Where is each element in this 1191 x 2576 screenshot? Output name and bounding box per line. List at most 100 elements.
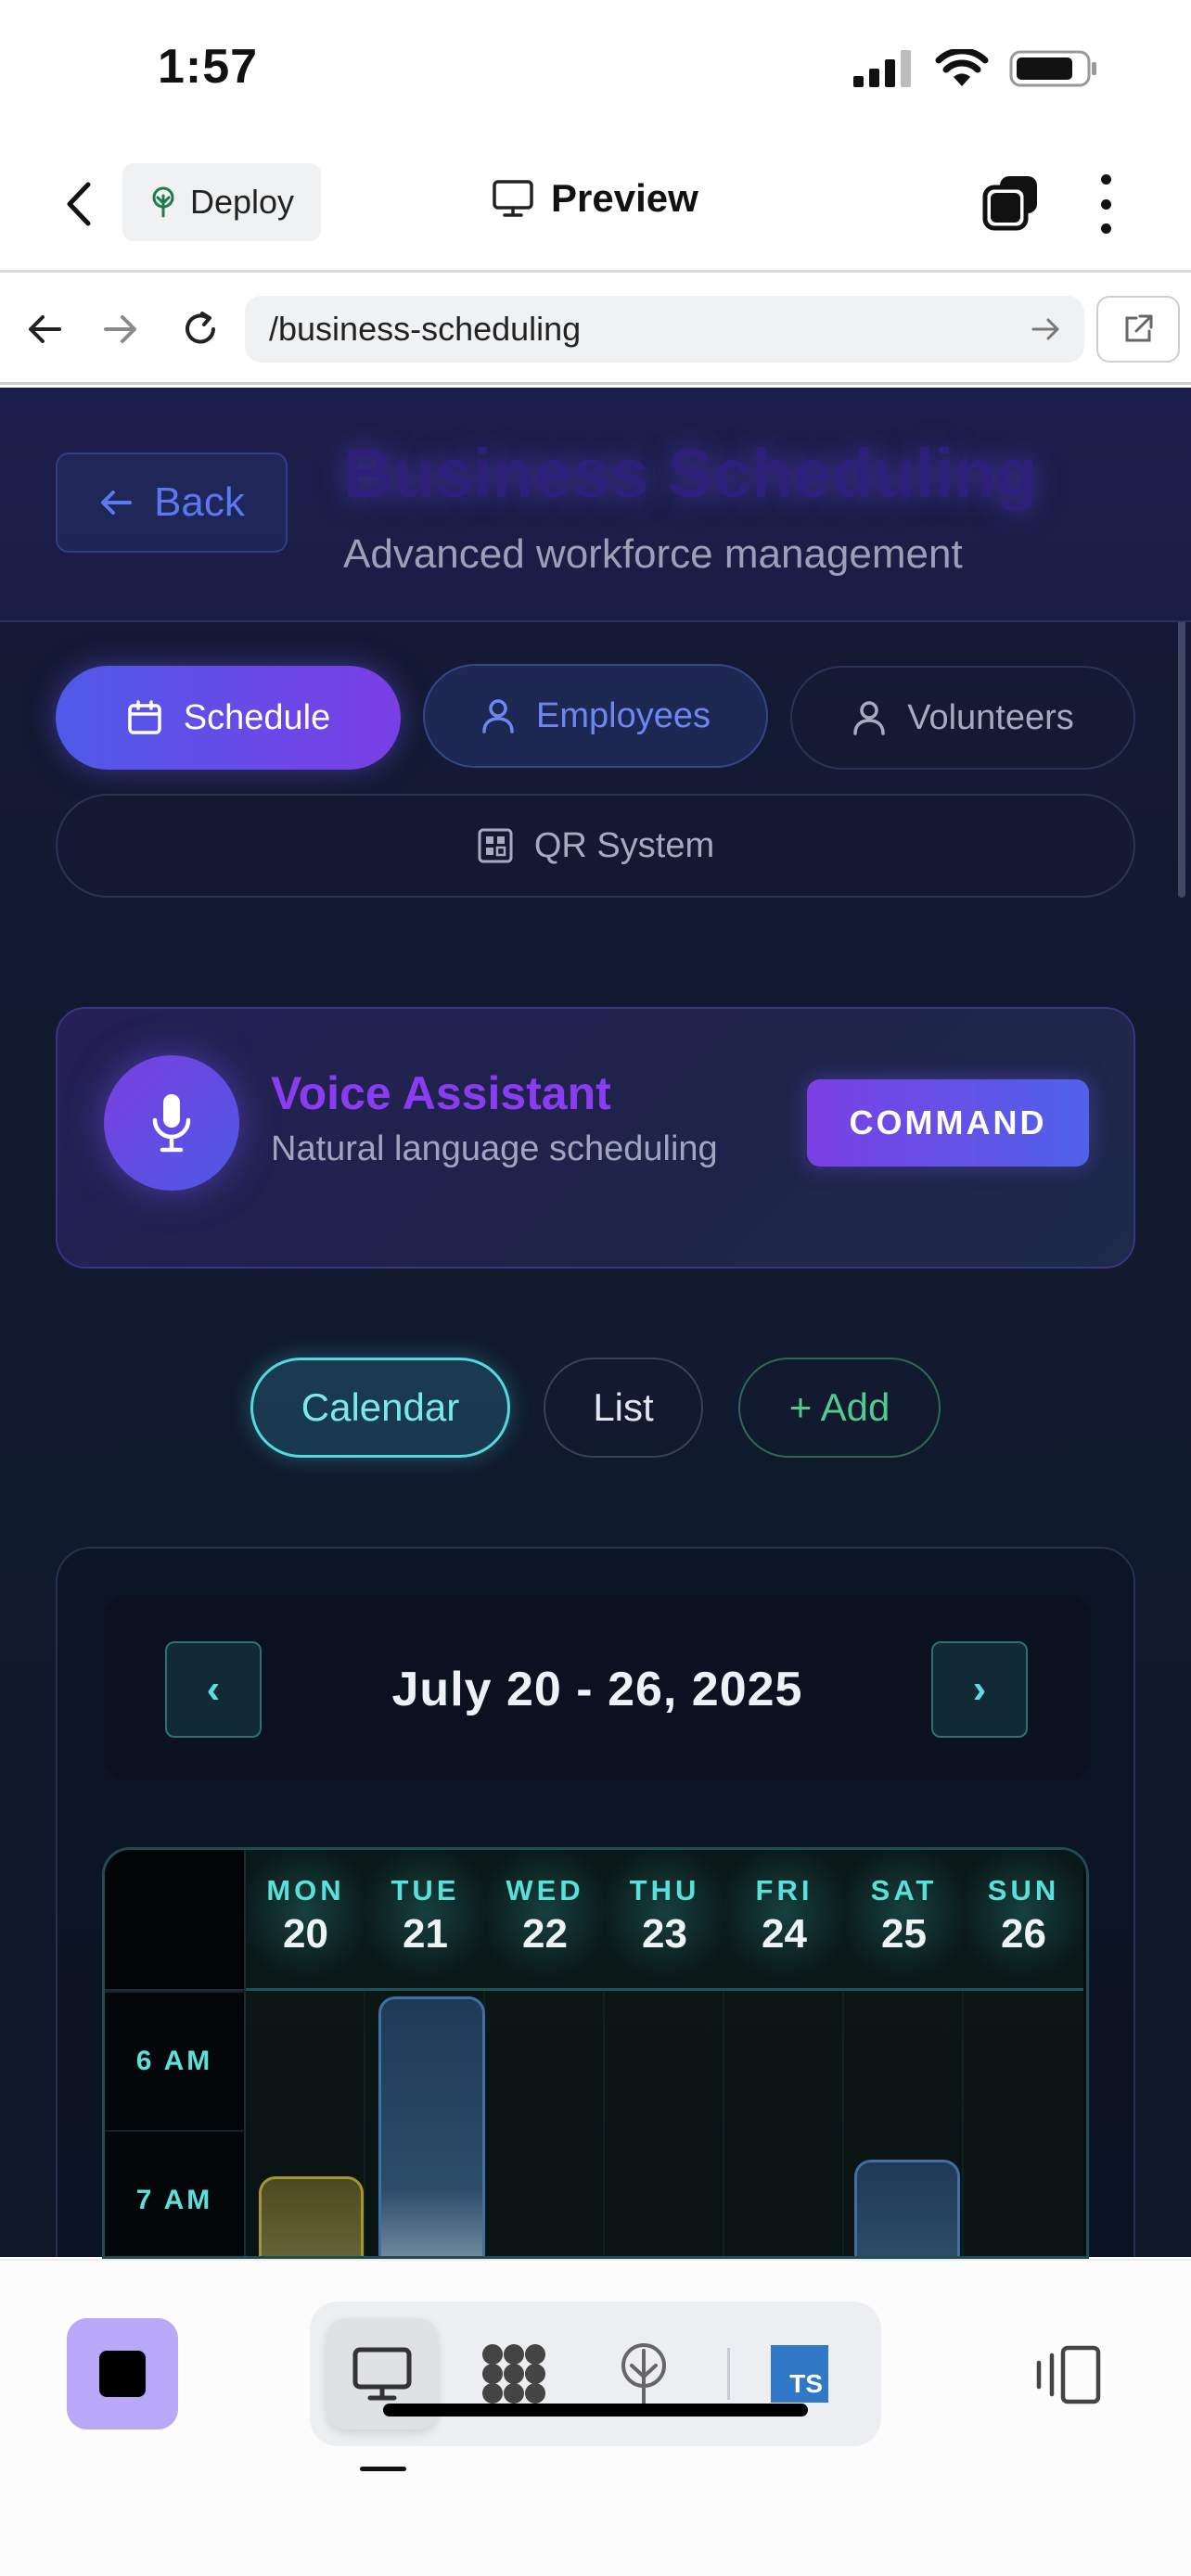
deploy-tree-icon — [621, 2343, 666, 2404]
open-external-button[interactable] — [1096, 296, 1180, 363]
browser-bar — [0, 275, 1191, 385]
tab-label: Schedule — [183, 697, 331, 737]
day-header: MON 20 — [246, 1850, 365, 1991]
day-name: SAT — [870, 1874, 938, 1906]
arrow-left-icon — [101, 491, 133, 515]
external-link-icon — [1125, 314, 1153, 342]
grid-blob-icon — [482, 2344, 545, 2404]
day-header: TUE 21 — [365, 1850, 485, 1991]
day-column-sun[interactable]: SUN 26 — [964, 1850, 1083, 2256]
shift-block[interactable] — [259, 2176, 364, 2256]
header-back-button[interactable] — [54, 176, 102, 232]
day-header: WED 22 — [485, 1850, 605, 1991]
tab-qr-system[interactable]: QR System — [56, 794, 1135, 898]
next-week-button[interactable]: › — [931, 1641, 1028, 1738]
microphone-icon — [152, 1094, 191, 1153]
microphone-button[interactable] — [104, 1055, 239, 1191]
reload-button[interactable] — [174, 303, 226, 355]
status-bar: 1:57 — [0, 0, 1191, 139]
tab-label: Volunteers — [907, 697, 1074, 737]
command-button[interactable]: COMMAND — [807, 1079, 1089, 1167]
page-title: Business Scheduling — [343, 435, 1038, 512]
calendar-grid: 6 AM 7 AM MON 20 TUE 21 WED 22 THU 23 FR… — [102, 1847, 1089, 2259]
url-go-button[interactable] — [1028, 311, 1065, 348]
day-number: 22 — [522, 1911, 568, 1957]
time-slot-label: 7 AM — [105, 2130, 246, 2256]
calendar-view-button[interactable]: Calendar — [250, 1358, 510, 1458]
day-name: SUN — [987, 1874, 1060, 1906]
more-menu-button[interactable] — [1087, 174, 1124, 234]
page-header: Back Business Scheduling Advanced workfo… — [0, 388, 1191, 622]
browser-back-button[interactable] — [19, 303, 70, 355]
day-header: THU 23 — [605, 1850, 724, 1991]
toolbar-divider — [727, 2348, 730, 2400]
day-number: 24 — [762, 1911, 807, 1957]
day-number: 25 — [881, 1911, 927, 1957]
chevron-left-icon — [67, 182, 91, 226]
cellular-signal-icon — [853, 50, 911, 87]
bottom-toolbar: TS — [0, 2259, 1191, 2576]
reload-icon — [186, 312, 215, 344]
tool-group: TS — [310, 2302, 881, 2446]
more-dot — [1100, 174, 1111, 185]
device-toggle-button[interactable] — [1031, 2342, 1106, 2407]
more-dot — [1100, 223, 1111, 234]
tabs-button[interactable] — [980, 172, 1041, 234]
active-tab-indicator — [360, 2467, 406, 2471]
monitor-icon — [493, 180, 533, 217]
day-number: 23 — [642, 1911, 687, 1957]
browser-forward-button[interactable] — [95, 303, 147, 355]
day-header: FRI 24 — [724, 1850, 844, 1991]
grid-corner — [105, 1850, 246, 1991]
voice-assistant-title: Voice Assistant — [271, 1067, 611, 1119]
voice-assistant-card: Voice Assistant Natural language schedul… — [56, 1007, 1135, 1269]
monitor-icon — [352, 2347, 412, 2401]
tab-volunteers[interactable]: Volunteers — [790, 666, 1135, 770]
day-number: 20 — [283, 1911, 328, 1957]
preview-title: Preview — [492, 176, 698, 221]
calendar-icon — [128, 700, 161, 734]
home-indicator[interactable] — [383, 2404, 808, 2417]
battery-icon — [1009, 50, 1096, 87]
day-number: 26 — [1001, 1911, 1046, 1957]
list-view-button[interactable]: List — [544, 1358, 703, 1458]
qr-icon — [478, 828, 513, 863]
day-name: MON — [266, 1874, 345, 1906]
shift-block[interactable] — [854, 2160, 960, 2256]
day-name: TUE — [391, 1874, 460, 1906]
arrow-right-icon — [1031, 318, 1059, 340]
day-name: WED — [506, 1874, 584, 1906]
deploy-label: Deploy — [189, 183, 295, 221]
more-dot — [1100, 198, 1111, 210]
back-button[interactable]: Back — [56, 453, 288, 553]
arrow-left-icon — [29, 315, 61, 343]
arrow-right-icon — [104, 315, 136, 343]
shift-block[interactable] — [378, 1996, 485, 2256]
user-icon — [482, 699, 514, 733]
tab-schedule[interactable]: Schedule — [56, 666, 401, 770]
day-column-fri[interactable]: FRI 24 — [724, 1850, 844, 2256]
day-name: FRI — [755, 1874, 813, 1906]
time-slot-label: 6 AM — [105, 1991, 246, 2130]
app-header: Deploy Preview — [0, 139, 1191, 273]
wifi-icon — [935, 49, 989, 86]
tab-label: Employees — [536, 695, 711, 735]
day-column-wed[interactable]: WED 22 — [485, 1850, 605, 2256]
day-column-thu[interactable]: THU 23 — [605, 1850, 724, 2256]
preview-label: Preview — [551, 176, 698, 220]
status-time: 1:57 — [158, 40, 259, 94]
stop-icon — [99, 2351, 146, 2397]
tab-employees[interactable]: Employees — [423, 664, 768, 768]
day-name: THU — [629, 1874, 700, 1906]
typescript-icon: TS — [771, 2345, 828, 2403]
url-input[interactable] — [245, 296, 1084, 363]
back-label: Back — [154, 479, 245, 525]
status-icons — [853, 48, 1098, 89]
deploy-tree-icon — [152, 186, 174, 218]
week-navigator: ‹ July 20 - 26, 2025 › — [104, 1595, 1091, 1780]
device-rotate-icon — [1036, 2345, 1101, 2404]
deploy-button[interactable]: Deploy — [122, 163, 321, 241]
day-header: SAT 25 — [844, 1850, 964, 1991]
add-shift-button[interactable]: + Add — [738, 1358, 941, 1458]
stop-button[interactable] — [67, 2318, 178, 2429]
